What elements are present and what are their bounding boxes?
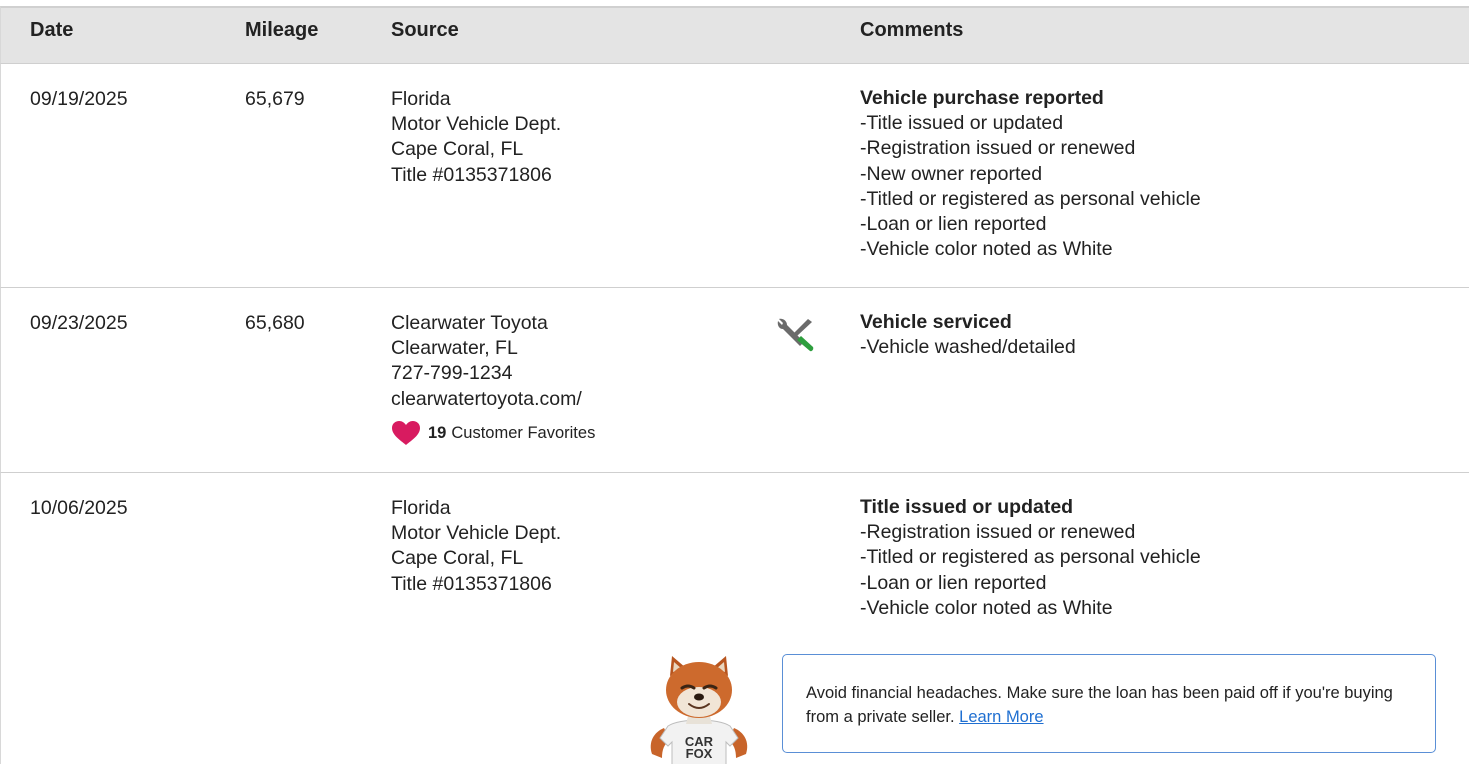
table-header: Date Mileage Source Comments <box>0 6 1469 64</box>
comment-item: -Vehicle color noted as White <box>860 238 1113 261</box>
table-row: 09/19/2025 65,679 Florida Motor Vehicle … <box>0 64 1469 288</box>
wrench-screwdriver-icon <box>777 318 814 352</box>
header-mileage: Mileage <box>245 19 319 41</box>
record-comments: Vehicle serviced -Vehicle washed/detaile… <box>860 310 1420 360</box>
loan-tip-callout: Avoid financial headaches. Make sure the… <box>782 654 1436 753</box>
comment-item: -Titled or registered as personal vehicl… <box>860 187 1201 210</box>
source-line: Florida <box>391 497 451 519</box>
learn-more-link[interactable]: Learn More <box>959 708 1043 726</box>
dealer-website-link[interactable]: clearwatertoyota.com/ <box>391 387 595 412</box>
shirt-text-line2: FOX <box>686 746 713 761</box>
record-mileage: 65,679 <box>245 88 305 110</box>
favorites-label: Customer Favorites <box>451 423 596 442</box>
comment-item: -Registration issued or renewed <box>860 521 1136 544</box>
record-source: Clearwater Toyota Clearwater, FL 727-799… <box>391 311 595 446</box>
record-date: 09/23/2025 <box>30 312 128 334</box>
vehicle-history-table: Date Mileage Source Comments 09/19/2025 … <box>0 0 1469 764</box>
source-line: Motor Vehicle Dept. <box>391 522 562 545</box>
comment-item: -New owner reported <box>860 162 1043 185</box>
comment-item: -Vehicle color noted as White <box>860 596 1113 619</box>
heart-icon <box>392 420 420 445</box>
record-mileage: 65,680 <box>245 312 305 334</box>
source-line: Clearwater, FL <box>391 337 518 360</box>
record-date: 10/06/2025 <box>30 497 128 519</box>
comment-item: -Titled or registered as personal vehicl… <box>860 546 1201 569</box>
record-comments: Vehicle purchase reported -Title issued … <box>860 86 1420 262</box>
header-date: Date <box>30 19 74 41</box>
source-line: 727-799-1234 <box>391 362 513 385</box>
record-comments: Title issued or updated -Registration is… <box>860 495 1420 621</box>
comment-item: -Vehicle washed/detailed <box>860 336 1076 359</box>
record-date: 09/19/2025 <box>30 88 128 110</box>
header-source: Source <box>391 19 459 41</box>
source-line: Title #0135371806 <box>391 163 552 186</box>
callout-text-block: Avoid financial headaches. Make sure the… <box>806 681 1406 729</box>
comment-item: -Loan or lien reported <box>860 571 1047 594</box>
source-line: Cape Coral, FL <box>391 138 524 161</box>
source-line: Motor Vehicle Dept. <box>391 113 562 136</box>
comment-title: Vehicle serviced <box>860 311 1012 333</box>
record-source: Florida Motor Vehicle Dept. Cape Coral, … <box>391 496 561 597</box>
comment-item: -Registration issued or renewed <box>860 137 1136 160</box>
customer-favorites[interactable]: 19 Customer Favorites <box>391 420 595 446</box>
comment-title: Vehicle purchase reported <box>860 87 1104 109</box>
source-line: Title #0135371806 <box>391 572 552 595</box>
carfox-mascot-icon: CAR FOX <box>650 656 748 764</box>
source-line: Clearwater Toyota <box>391 312 548 334</box>
comment-title: Title issued or updated <box>860 496 1074 518</box>
source-line: Cape Coral, FL <box>391 547 524 570</box>
source-line: Florida <box>391 88 451 110</box>
comment-item: -Title issued or updated <box>860 112 1064 135</box>
record-source: Florida Motor Vehicle Dept. Cape Coral, … <box>391 87 561 188</box>
table-row: 09/23/2025 65,680 Clearwater Toyota Clea… <box>0 288 1469 473</box>
header-comments: Comments <box>860 19 964 41</box>
callout-text: Avoid financial headaches. Make sure the… <box>806 684 1393 726</box>
comment-item: -Loan or lien reported <box>860 213 1047 236</box>
favorites-count: 19 <box>428 423 447 442</box>
